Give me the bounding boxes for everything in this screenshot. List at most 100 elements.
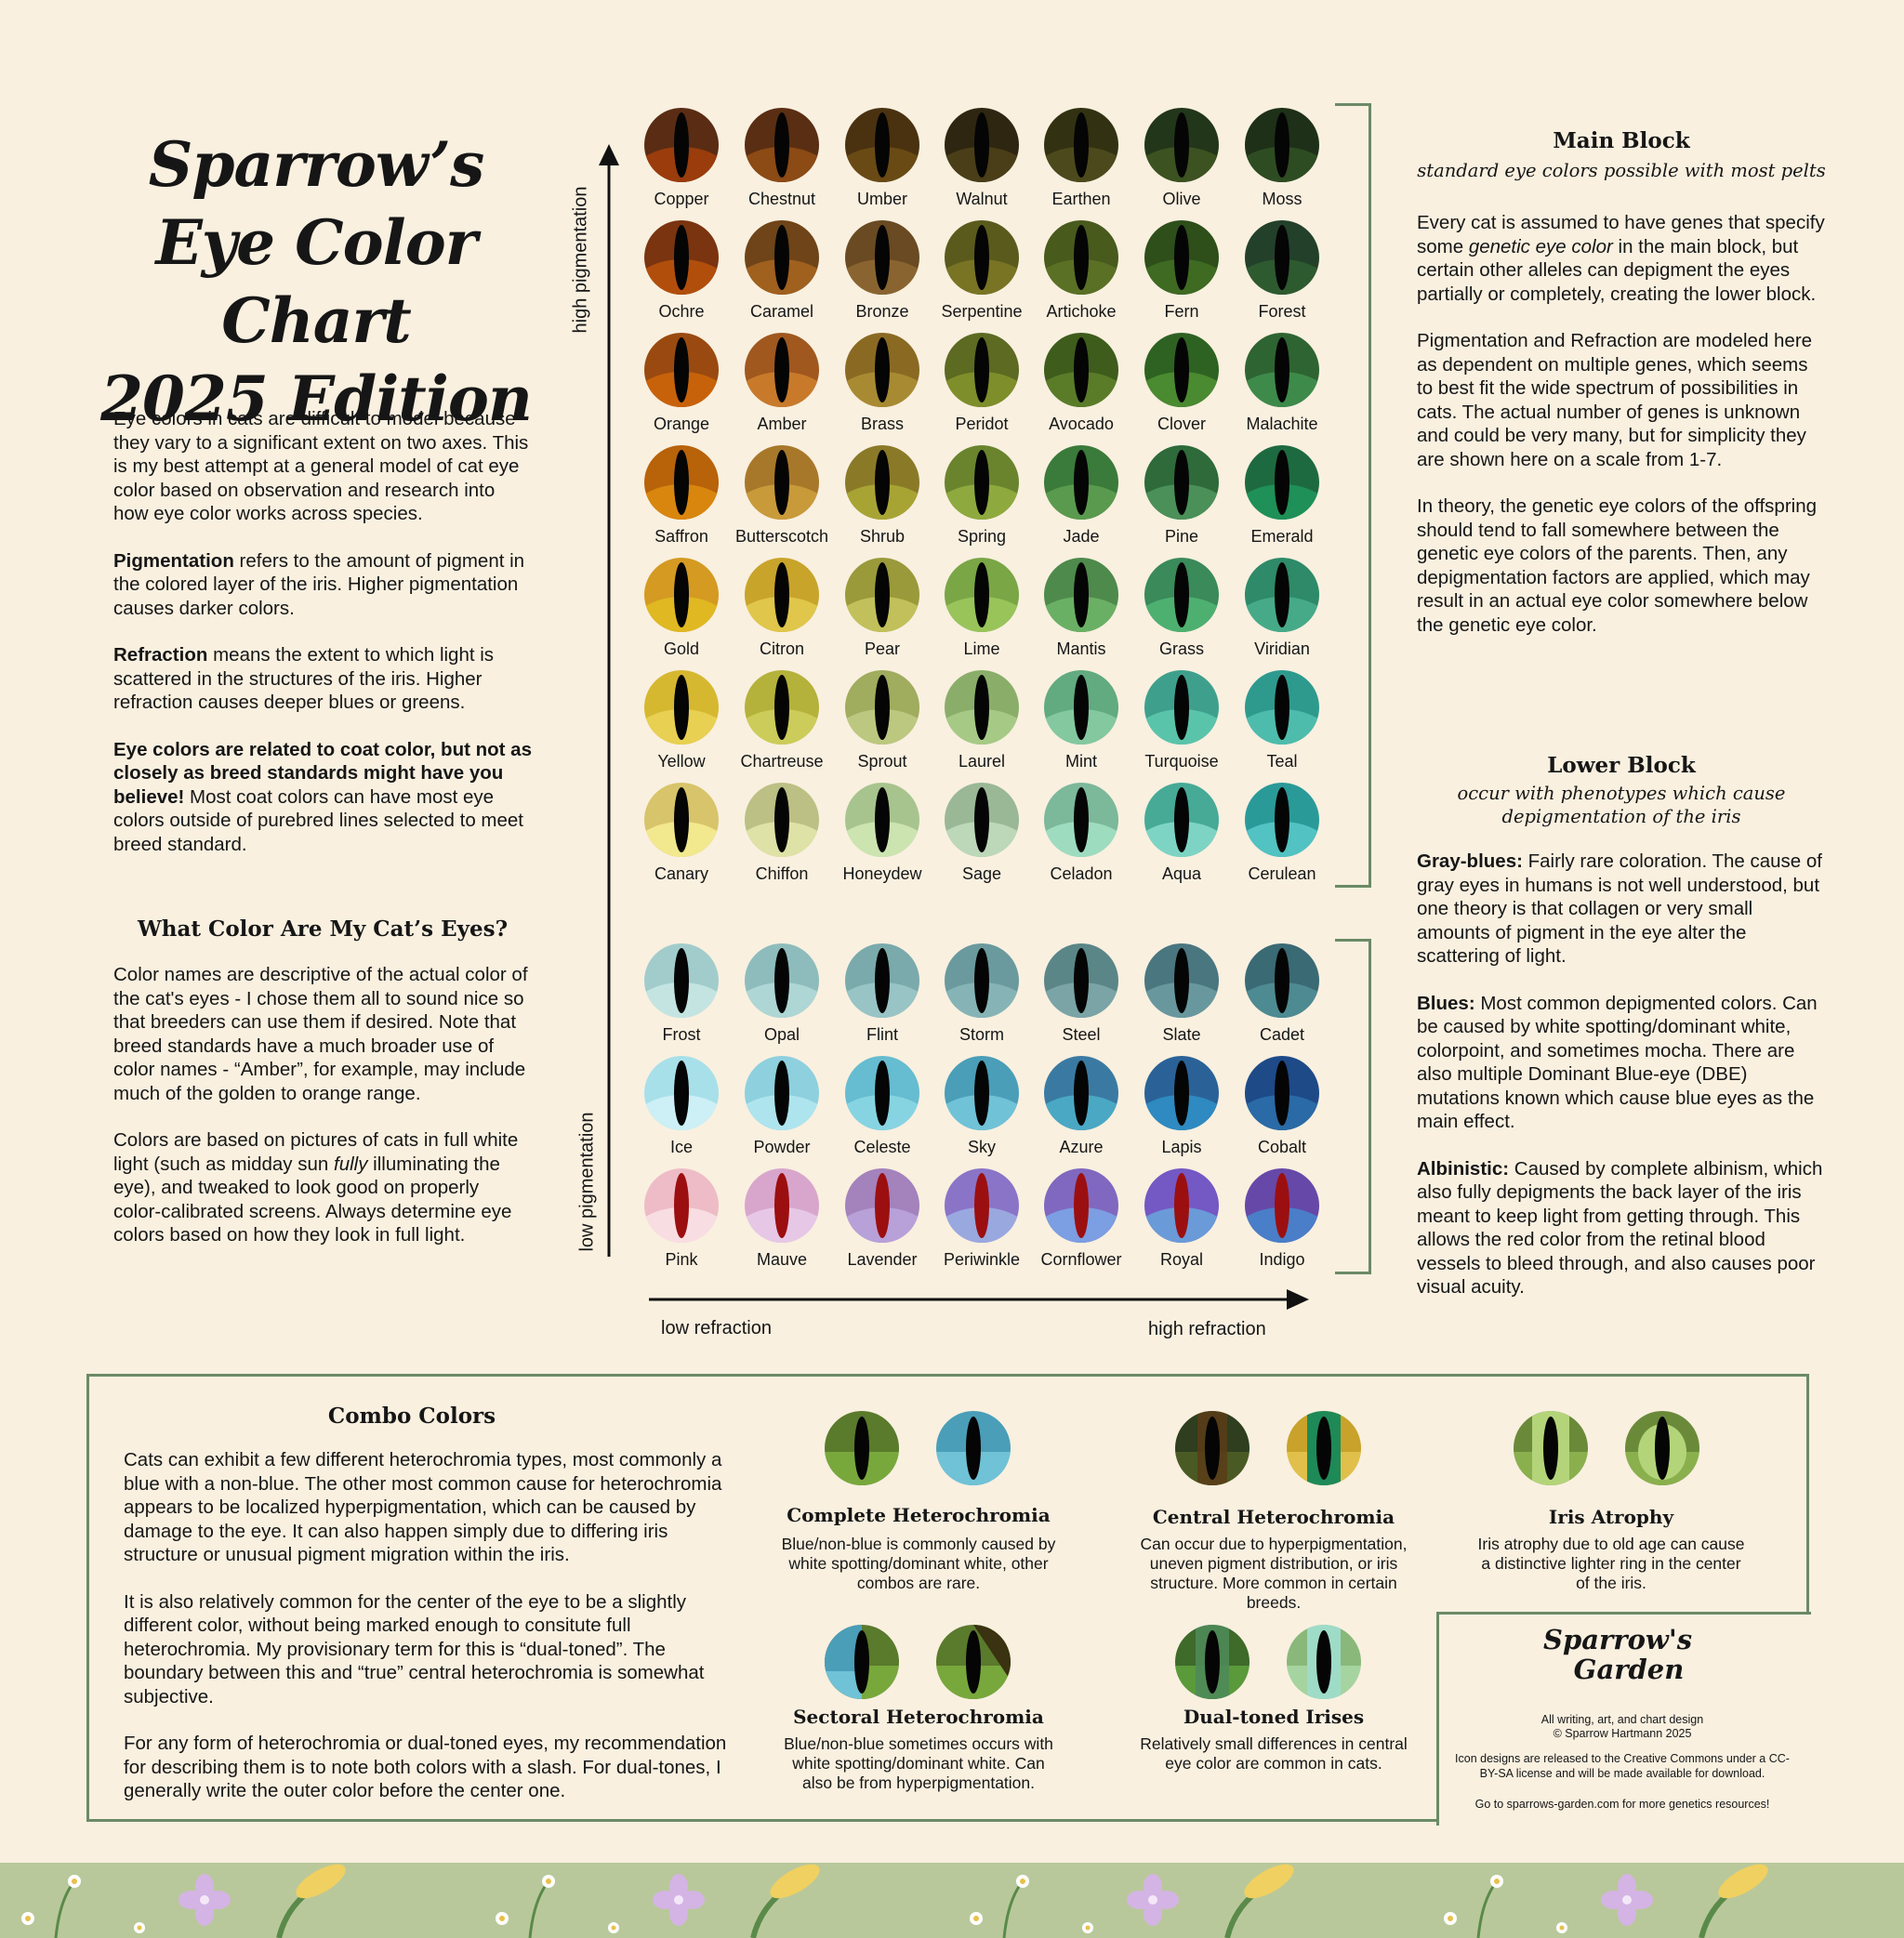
pupil [875, 225, 890, 290]
pupil [1275, 112, 1289, 178]
pupil [1074, 1061, 1089, 1126]
eye-moss-label: Moss [1262, 190, 1302, 208]
eye-walnut-swatch [945, 108, 1019, 182]
eye-umber-swatch [845, 108, 919, 182]
pupil [875, 787, 890, 852]
sectoral-heterochromia-eye-right [936, 1625, 1011, 1699]
dual-toned-title: Dual-toned Irises [1183, 1706, 1365, 1728]
pupil [974, 337, 989, 402]
eye-artichoke-swatch [1044, 220, 1118, 295]
eye-bronze-swatch [845, 220, 919, 295]
pupil [1174, 1173, 1189, 1238]
eye-lapis-swatch [1144, 1056, 1219, 1130]
pupil [1275, 337, 1289, 402]
floral-footer [0, 1863, 1904, 1938]
pupil [1074, 948, 1089, 1013]
eye-viridian-label: Viridian [1254, 639, 1310, 658]
eye-emerald-label: Emerald [1250, 527, 1314, 546]
pupil [674, 112, 689, 178]
eye-cadet-label: Cadet [1259, 1025, 1305, 1044]
eye-grass-swatch [1144, 558, 1219, 632]
central-heterochromia-eye-right [1287, 1411, 1361, 1485]
pupil [1275, 450, 1289, 515]
albinistic-paragraph: Albinistic: Caused by complete albinism,… [1417, 1157, 1823, 1299]
pupil [974, 562, 989, 627]
pupil [875, 562, 890, 627]
pupil [875, 112, 890, 178]
eye-chartreuse-swatch [745, 670, 819, 745]
eye-cadet-swatch [1245, 943, 1319, 1018]
pupil [974, 948, 989, 1013]
pupil [974, 1061, 989, 1126]
eye-laurel-swatch [945, 670, 1019, 745]
eye-pink-swatch [644, 1168, 719, 1243]
pupil [1074, 562, 1089, 627]
combo-paragraph-3: For any form of heterochromia or dual-to… [124, 1733, 727, 1801]
eye-orange-swatch [644, 333, 719, 407]
eye-indigo-swatch [1245, 1168, 1319, 1243]
pupil [875, 675, 890, 740]
iris-atrophy-title: Iris Atrophy [1548, 1506, 1674, 1528]
eye-turquoise-swatch [1144, 670, 1219, 745]
pupil [1074, 337, 1089, 402]
eye-powder-swatch [745, 1056, 819, 1130]
pupil [774, 1061, 789, 1126]
pupil [674, 787, 689, 852]
pupil [674, 562, 689, 627]
lower-block-bracket [1335, 939, 1371, 1274]
complete-heterochromia-eye-left [825, 1411, 899, 1485]
pupil [1174, 1061, 1189, 1126]
pupil [974, 1173, 989, 1238]
pupil [1074, 1173, 1089, 1238]
eye-aqua-swatch [1144, 783, 1219, 857]
pupil [774, 337, 789, 402]
eye-periwinkle-swatch [945, 1168, 1019, 1243]
pupil [1074, 225, 1089, 290]
license-note: Icon designs are released to the Creativ… [1455, 1752, 1790, 1780]
eye-malachite-label: Malachite [1246, 415, 1318, 433]
website-note: Go to sparrows-garden.com for more genet… [1474, 1798, 1770, 1811]
eye-olive-swatch [1144, 108, 1219, 182]
pupil [1074, 675, 1089, 740]
pupil [875, 948, 890, 1013]
main-block-paragraph-1: Every cat is assumed to have genes that … [1417, 212, 1825, 305]
eye-flint-swatch [845, 943, 919, 1018]
pupil [1074, 112, 1089, 178]
pupil [774, 450, 789, 515]
iris-atrophy-eye-left [1514, 1411, 1588, 1485]
main-block-text: Every cat is assumed to have genes that … [1417, 211, 1826, 660]
pupil [1174, 787, 1189, 852]
eye-opal-swatch [745, 943, 819, 1018]
eye-celeste-swatch [845, 1056, 919, 1130]
eye-steel-swatch [1044, 943, 1118, 1018]
eye-mint-swatch [1044, 670, 1118, 745]
eye-cobalt-label: Cobalt [1257, 1138, 1307, 1156]
pupil [1174, 948, 1189, 1013]
eye-sage-swatch [945, 783, 1019, 857]
eye-pine-swatch [1144, 445, 1219, 520]
eye-slate-swatch [1144, 943, 1219, 1018]
complete-heterochromia-desc: Blue/non-blue is commonly caused by whit… [781, 1535, 1056, 1592]
pupil [974, 675, 989, 740]
eye-viridian-swatch [1245, 558, 1319, 632]
pupil [1074, 450, 1089, 515]
pupil [875, 450, 890, 515]
pupil [875, 1061, 890, 1126]
eye-spring-swatch [945, 445, 1019, 520]
pupil [674, 225, 689, 290]
pupil [1074, 787, 1089, 852]
blues-paragraph: Blues: Most common depigmented colors. C… [1417, 992, 1818, 1133]
eye-butterscotch-swatch [745, 445, 819, 520]
eye-shrub-swatch [845, 445, 919, 520]
high-refraction-label: high refraction [1148, 1319, 1266, 1339]
iris-atrophy-eye-right [1625, 1411, 1699, 1485]
iris-atrophy-desc: Iris atrophy due to old age can cause a … [1477, 1535, 1745, 1592]
eye-honeydew-swatch [845, 783, 919, 857]
eye-malachite-swatch [1245, 333, 1319, 407]
eye-sky-swatch [945, 1056, 1019, 1130]
pupil [774, 675, 789, 740]
eye-celadon-swatch [1044, 783, 1118, 857]
pupil [674, 1173, 689, 1238]
eye-saffron-swatch [644, 445, 719, 520]
pupil [774, 225, 789, 290]
